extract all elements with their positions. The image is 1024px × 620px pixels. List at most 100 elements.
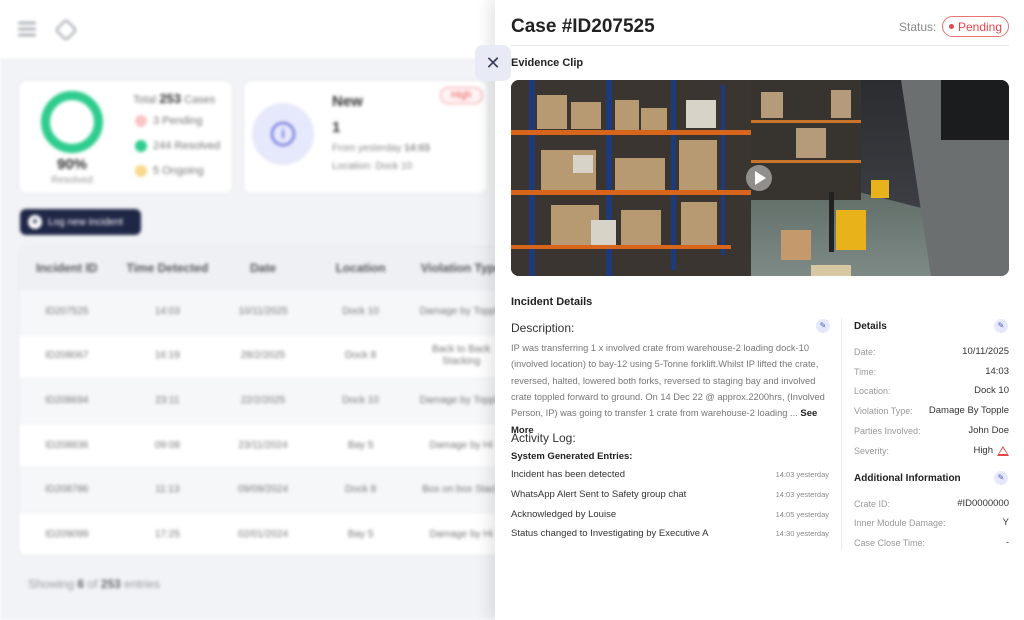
table-row[interactable]: ID208786 11:13 09/09/2024 Dock 8 Box on …	[19, 467, 507, 512]
cell-location: Dock 10	[342, 394, 379, 406]
info-row-case-close-time: Case Close Time: -	[854, 537, 1009, 548]
total-cases: Total 253 Cases	[133, 91, 215, 106]
edit-description-button[interactable]: ✎	[816, 319, 830, 333]
cell-violation: Damage by Topple	[419, 305, 503, 317]
cell-date: 10/11/2025	[238, 305, 288, 317]
detail-row-violation: Violation Type: Damage By Topple	[854, 405, 1009, 416]
plus-icon: +	[28, 215, 42, 229]
new-from-label: From yesterday	[332, 143, 402, 154]
table-row[interactable]: ID208694 23:11 22/2/2025 Dock 10 Damage …	[19, 378, 507, 423]
info-key: Crate ID:	[854, 498, 891, 509]
detail-row-date: Date: 10/11/2025	[854, 346, 1009, 357]
check-icon	[135, 140, 147, 152]
info-key: Inner Module Damage:	[854, 517, 946, 528]
resolved-count: 244 Resolved	[135, 140, 220, 152]
details-heading: Details	[854, 321, 887, 332]
evidence-heading: Evidence Clip	[511, 57, 584, 69]
cell-time: 09:08	[154, 439, 180, 451]
edit-details-button[interactable]: ✎	[994, 319, 1008, 333]
table-row[interactable]: ID209099 17:25 02/01/2024 Bay 5 Damage b…	[19, 511, 507, 555]
case-title: Case #ID207525	[511, 16, 655, 37]
detail-row-parties: Parties Involved: John Doe	[854, 425, 1009, 436]
warning-icon	[135, 115, 147, 127]
additional-info-section: Additional Information	[854, 473, 1009, 484]
total-unit: Cases	[184, 94, 216, 106]
close-button[interactable]: ✕	[475, 45, 511, 81]
clock-icon	[135, 165, 147, 177]
table-row[interactable]: ID208067 16:19 28/2/2025 Dock 8 Back to …	[19, 333, 507, 379]
cell-violation: Damage by Hi	[429, 528, 493, 540]
resolved-ring	[41, 91, 103, 153]
edit-icon: ✎	[997, 321, 1005, 330]
cell-location: Dock 8	[345, 350, 377, 362]
table-row[interactable]: ID208836 09:08 23/11/2024 Bay 5 Damage b…	[19, 422, 507, 468]
showing-suffix: entries	[124, 577, 161, 591]
cell-id: ID208836	[45, 439, 89, 451]
activity-log-label: Activity Log:	[511, 431, 576, 445]
detail-value: John Doe	[968, 425, 1009, 436]
cell-time: 14:03	[154, 305, 180, 317]
cell-id: ID207525	[45, 305, 89, 317]
cell-id: ID209099	[45, 528, 89, 540]
edit-icon: ✎	[997, 473, 1005, 482]
entries-count: Showing 6 of 253 entries	[28, 577, 160, 591]
log-text: WhatsApp Alert Sent to Safety group chat	[511, 489, 687, 500]
showing-total: 253	[100, 577, 121, 591]
new-title: New	[332, 93, 363, 110]
edit-additional-info-button[interactable]: ✎	[994, 471, 1008, 485]
col-date[interactable]: Date	[220, 261, 306, 275]
col-incident-id[interactable]: Incident ID	[19, 261, 115, 275]
total-label: Total	[133, 94, 157, 106]
info-key: Case Close Time:	[854, 537, 926, 548]
detail-key: Time:	[854, 366, 877, 377]
new-count: 1	[332, 119, 341, 136]
log-time: 14:05 yesterday	[775, 510, 829, 519]
cell-location: Dock 10	[342, 305, 379, 317]
cell-location: Bay 5	[347, 439, 374, 451]
details-section: Details	[854, 321, 1009, 332]
log-item: WhatsApp Alert Sent to Safety group chat…	[511, 489, 829, 500]
col-violation-type[interactable]: Violation Type	[415, 261, 507, 275]
showing-of: of	[87, 577, 98, 591]
detail-key: Severity:	[854, 445, 890, 456]
edit-icon: ✎	[819, 321, 827, 330]
col-location[interactable]: Location	[306, 261, 416, 275]
col-time-detected[interactable]: Time Detected	[115, 261, 221, 275]
detail-value: Dock 10	[974, 385, 1009, 396]
showing-count: 6	[77, 577, 85, 591]
cell-location: Dock 8	[345, 484, 377, 496]
log-time: 14:30 yesterday	[775, 529, 829, 538]
log-text: Status changed to Investigating by Execu…	[511, 528, 709, 539]
cell-violation: Back to Back Stacking	[432, 344, 491, 368]
detail-key: Date:	[854, 346, 876, 357]
cell-id: ID208786	[45, 484, 89, 496]
cell-date: 22/2/2025	[240, 394, 286, 406]
header-divider	[511, 45, 1009, 46]
new-incident-card[interactable]: i New 1 From yesterday 14:03 Location: D…	[243, 80, 488, 194]
table-row[interactable]: ID207525 14:03 10/11/2025 Dock 10 Damage…	[19, 289, 507, 334]
table-header: Incident ID Time Detected Date Location …	[19, 247, 507, 289]
detail-row-severity: Severity: High	[854, 445, 1009, 456]
detail-value: 10/11/2025	[962, 346, 1009, 357]
ongoing-count: 5 Ongoing	[135, 165, 204, 177]
cube-icon	[54, 18, 78, 42]
warning-icon	[997, 445, 1009, 456]
info-value: -	[1005, 537, 1009, 548]
cell-violation: Damage by Topple	[419, 394, 503, 406]
table-body: ID207525 14:03 10/11/2025 Dock 10 Damage…	[19, 289, 507, 555]
cell-time: 11:13	[155, 484, 180, 496]
menu-icon[interactable]	[18, 22, 36, 38]
detail-key: Location:	[854, 385, 891, 396]
log-item: Incident has been detected 14:03 yesterd…	[511, 469, 829, 480]
pending-count: 3 Pending	[135, 115, 203, 127]
new-from: From yesterday 14:03	[332, 143, 430, 154]
showing-prefix: Showing	[28, 577, 75, 591]
log-time: 14:03 yesterday	[775, 470, 829, 479]
log-new-incident-button[interactable]: + Log new incident	[20, 209, 141, 235]
cell-time: 23:11	[155, 394, 180, 406]
status-label: Status:	[899, 20, 937, 34]
cell-violation: Damage by Hi	[429, 439, 493, 451]
evidence-video[interactable]	[511, 80, 1009, 276]
log-text: Incident has been detected	[511, 469, 626, 480]
system-generated-label: System Generated Entries:	[511, 451, 633, 462]
